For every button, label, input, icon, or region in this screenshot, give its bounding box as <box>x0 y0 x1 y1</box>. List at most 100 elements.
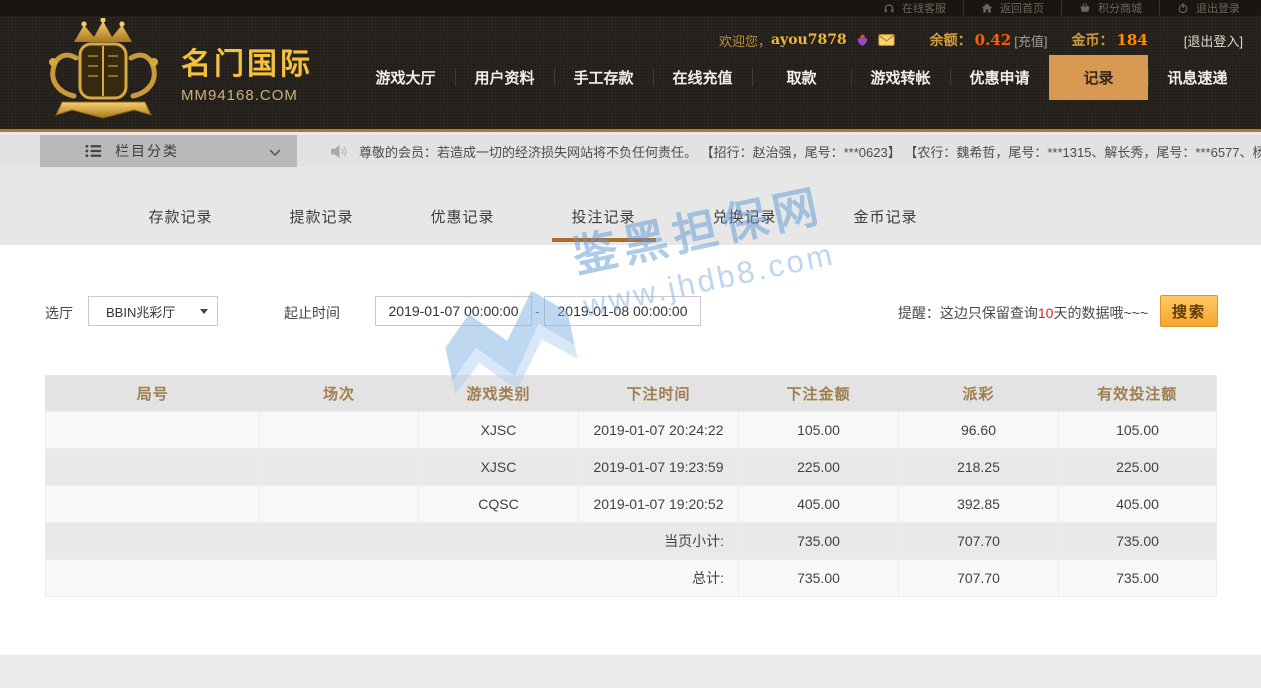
basket-icon <box>1079 2 1091 14</box>
mail-icon[interactable] <box>878 34 895 46</box>
cell-session <box>260 412 419 449</box>
betting-records-page: 在线客服 返回首页 积分商城 退出登录 <box>0 0 1261 688</box>
header-payout: 派彩 <box>899 376 1059 412</box>
announcement-bar: 栏目分类 尊敬的会员：若造成一切的经济损失网站将不负任何责任。 【招行：赵治强，… <box>0 135 1261 167</box>
cell-valid-bet: 225.00 <box>1059 449 1217 486</box>
header-bet-time: 下注时间 <box>579 376 739 412</box>
welcome-text: 欢迎您， <box>719 31 771 50</box>
online-service-label: 在线客服 <box>902 0 946 16</box>
list-icon <box>85 144 102 158</box>
brand-text: 名门国际 MM94168.COM <box>181 39 313 104</box>
total-payout: 707.70 <box>899 560 1059 597</box>
brand-crest-logo <box>36 18 171 124</box>
nav-item-online-recharge[interactable]: 在线充值 <box>653 55 752 100</box>
utility-topbar: 在线客服 返回首页 积分商城 退出登录 <box>0 0 1261 16</box>
table-row: XJSC 2019-01-07 20:24:22 105.00 96.60 10… <box>46 412 1217 449</box>
hall-select-value: BBIN兆彩厅 <box>106 302 175 321</box>
tab-promo-records[interactable]: 优惠记录 <box>392 167 533 245</box>
date-to-input[interactable] <box>544 296 701 326</box>
cell-payout: 96.60 <box>899 412 1059 449</box>
brand-domain: MM94168.COM <box>181 87 313 104</box>
tab-bet-records[interactable]: 投注记录 <box>533 167 674 245</box>
nav-item-game-transfer[interactable]: 游戏转帐 <box>851 55 950 100</box>
reminder-post: 天的数据哦~~~ <box>1053 305 1148 321</box>
nav-item-game-hall[interactable]: 游戏大厅 <box>356 55 455 100</box>
subtotal-bet-amount: 735.00 <box>739 523 899 560</box>
tab-exchange-records[interactable]: 兑换记录 <box>674 167 815 245</box>
headset-icon <box>883 2 895 14</box>
cell-round-id <box>46 412 260 449</box>
nav-item-profile[interactable]: 用户资料 <box>455 55 554 100</box>
header-round-id: 局号 <box>46 376 260 412</box>
coins-label: 金币： <box>1071 30 1113 50</box>
table-row: CQSC 2019-01-07 19:20:52 405.00 392.85 4… <box>46 486 1217 523</box>
header-game-type: 游戏类别 <box>419 376 579 412</box>
points-mall-link[interactable]: 积分商城 <box>1061 0 1159 16</box>
logout-top-label: 退出登录 <box>1196 0 1240 16</box>
tab-coin-records[interactable]: 金币记录 <box>815 167 956 245</box>
power-icon <box>1177 2 1189 14</box>
balance-group: 余额： 0.42 [充值] <box>930 30 1048 50</box>
tab-withdraw-records[interactable]: 提款记录 <box>251 167 392 245</box>
cell-bet-amount: 225.00 <box>739 449 899 486</box>
category-label: 栏目分类 <box>115 141 179 161</box>
total-bet-amount: 735.00 <box>739 560 899 597</box>
record-tabs: 存款记录 提款记录 优惠记录 投注记录 兑换记录 金币记录 <box>110 167 956 245</box>
cell-session <box>260 449 419 486</box>
cell-bet-amount: 405.00 <box>739 486 899 523</box>
brand-name: 名门国际 <box>181 39 313 83</box>
back-home-link[interactable]: 返回首页 <box>963 0 1061 16</box>
online-service-link[interactable]: 在线客服 <box>866 0 963 16</box>
header-valid-bet: 有效投注额 <box>1059 376 1217 412</box>
tab-deposit-records[interactable]: 存款记录 <box>110 167 251 245</box>
records-table: 局号 场次 游戏类别 下注时间 下注金额 派彩 有效投注额 XJSC 2019-… <box>45 375 1217 597</box>
site-header: 在线客服 返回首页 积分商城 退出登录 <box>0 0 1261 132</box>
table-header-row: 局号 场次 游戏类别 下注时间 下注金额 派彩 有效投注额 <box>46 376 1217 412</box>
date-from-input[interactable] <box>375 296 532 326</box>
balance-label: 余额： <box>930 30 972 50</box>
chevron-down-icon <box>269 143 281 159</box>
cell-game-type: XJSC <box>419 449 579 486</box>
logout-link[interactable]: [退出登入] <box>1184 31 1243 50</box>
subtotal-payout: 707.70 <box>899 523 1059 560</box>
search-button[interactable]: 搜索 <box>1160 295 1218 327</box>
category-dropdown[interactable]: 栏目分类 <box>40 135 297 167</box>
dropdown-arrow-icon <box>200 309 208 314</box>
cell-payout: 218.25 <box>899 449 1059 486</box>
brand-home-link[interactable]: 名门国际 MM94168.COM <box>36 18 313 124</box>
cell-round-id <box>46 449 260 486</box>
cell-session <box>260 486 419 523</box>
logout-top-link[interactable]: 退出登录 <box>1159 0 1257 16</box>
subtotal-label: 当页小计: <box>46 523 739 560</box>
nav-item-messages[interactable]: 讯息速递 <box>1148 55 1247 100</box>
recharge-link[interactable]: [充值] <box>1014 31 1047 50</box>
total-row: 总计: 735.00 707.70 735.00 <box>46 560 1217 597</box>
hall-select[interactable]: BBIN兆彩厅 <box>88 296 218 326</box>
cell-bet-time: 2019-01-07 19:20:52 <box>579 486 739 523</box>
cell-payout: 392.85 <box>899 486 1059 523</box>
points-mall-label: 积分商城 <box>1098 0 1142 16</box>
record-tabs-area: 存款记录 提款记录 优惠记录 投注记录 兑换记录 金币记录 <box>0 167 1261 245</box>
records-content-panel: 选厅 BBIN兆彩厅 起止时间 - 提醒：这边只保留查询10天的数据哦~~~ 搜… <box>0 245 1261 655</box>
vip-heart-icon <box>856 34 869 47</box>
reminder-text: 提醒：这边只保留查询10天的数据哦~~~ <box>898 303 1148 323</box>
coins-group: 金币： 184 <box>1071 30 1147 50</box>
speaker-icon <box>330 144 349 159</box>
nav-item-manual-deposit[interactable]: 手工存款 <box>554 55 653 100</box>
nav-item-withdraw[interactable]: 取款 <box>752 55 851 100</box>
hall-label: 选厅 <box>45 303 73 323</box>
total-label: 总计: <box>46 560 739 597</box>
header-bet-amount: 下注金额 <box>739 376 899 412</box>
cell-game-type: CQSC <box>419 486 579 523</box>
cell-valid-bet: 105.00 <box>1059 412 1217 449</box>
reminder-pre: 提醒：这边只保留查询 <box>898 305 1038 321</box>
balance-value: 0.42 <box>975 31 1012 49</box>
nav-item-records[interactable]: 记录 <box>1049 55 1148 100</box>
username: ayou7878 <box>771 32 847 48</box>
time-range-label: 起止时间 <box>284 303 340 323</box>
home-icon <box>981 2 993 14</box>
cell-game-type: XJSC <box>419 412 579 449</box>
cell-bet-time: 2019-01-07 20:24:22 <box>579 412 739 449</box>
nav-item-promotion[interactable]: 优惠申请 <box>950 55 1049 100</box>
cell-valid-bet: 405.00 <box>1059 486 1217 523</box>
